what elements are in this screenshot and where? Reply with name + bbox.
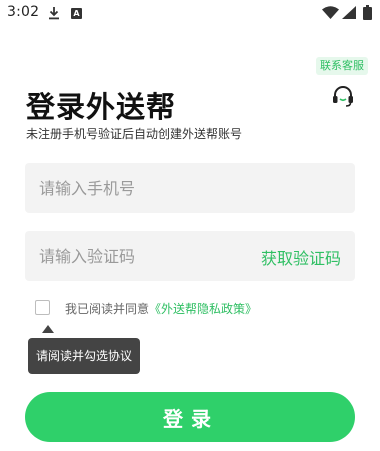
- a-icon: A: [71, 8, 82, 19]
- status-bar: 3:02 A: [0, 0, 380, 26]
- code-field[interactable]: 获取验证码: [25, 231, 355, 281]
- wifi-icon: [322, 6, 339, 19]
- status-time: 3:02: [7, 4, 40, 20]
- tooltip-arrow: [42, 325, 54, 333]
- agreement-prefix: 我已阅读并同意: [65, 302, 150, 316]
- agree-checkbox[interactable]: [35, 300, 50, 315]
- login-button[interactable]: 登录: [25, 392, 355, 442]
- get-code-button[interactable]: 获取验证码: [261, 245, 341, 269]
- phone-field[interactable]: [25, 163, 355, 213]
- contact-service-button[interactable]: 联系客服: [316, 57, 368, 75]
- page-subtitle: 未注册手机号验证后自动创建外送帮账号: [26, 127, 243, 141]
- agree-tooltip: 请阅读并勾选协议: [28, 338, 141, 374]
- code-input[interactable]: [39, 231, 249, 281]
- headset-icon[interactable]: [331, 84, 355, 108]
- battery-icon: [363, 5, 372, 20]
- agreement-text: 我已阅读并同意《外送帮隐私政策》: [65, 300, 257, 317]
- signal-icon: [342, 6, 356, 19]
- phone-input[interactable]: [39, 163, 249, 213]
- privacy-policy-link[interactable]: 《外送帮隐私政策》: [149, 302, 257, 316]
- page-title: 登录外送帮: [26, 90, 177, 124]
- download-icon: [49, 7, 59, 20]
